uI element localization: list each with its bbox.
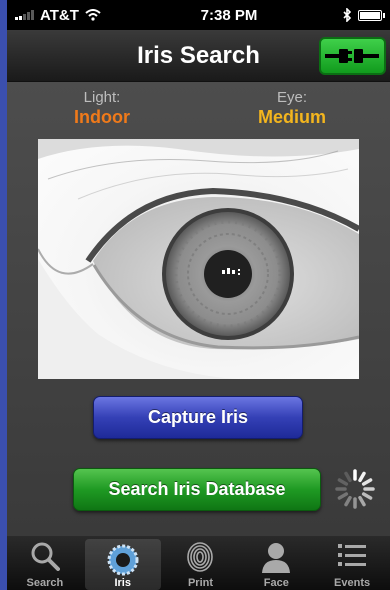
tab-bar: Search Iris Print Face Events — [7, 536, 390, 590]
connect-button[interactable] — [319, 37, 386, 75]
status-time: 7:38 PM — [200, 6, 258, 24]
light-value: Indoor — [74, 107, 130, 127]
tab-label: Face — [263, 577, 289, 589]
search-iris-database-button[interactable]: Search Iris Database — [73, 468, 321, 511]
fingerprint-icon — [187, 542, 214, 572]
iris-icon — [107, 544, 139, 576]
phone-screen: AT&T 7:38 PM Iris Search Light: Indoor E… — [7, 0, 390, 590]
tab-label: Iris — [114, 577, 131, 589]
tab-label: Search — [26, 577, 64, 589]
bluetooth-icon — [343, 8, 352, 22]
face-icon — [262, 543, 291, 573]
main-content: Light: Indoor Eye: Medium Capture Iris S… — [7, 82, 390, 536]
navigation-bar: Iris Search — [7, 30, 390, 82]
list-icon — [338, 544, 367, 566]
iris-capture-image — [38, 139, 359, 379]
tab-search[interactable]: Search — [7, 536, 83, 590]
search-icon — [31, 542, 60, 571]
tab-label: Events — [334, 577, 371, 589]
wifi-icon — [85, 9, 101, 21]
tab-iris[interactable]: Iris — [84, 539, 161, 590]
plug-connector-icon — [325, 49, 379, 63]
tab-events[interactable]: Events — [314, 536, 390, 590]
eye-value: Medium — [257, 107, 326, 127]
tab-print[interactable]: Print — [163, 536, 239, 590]
eye-label: Eye: — [276, 89, 307, 106]
light-label: Light: — [83, 89, 121, 106]
tab-label: Print — [187, 577, 214, 589]
tab-face[interactable]: Face — [238, 536, 314, 590]
loading-spinner-icon — [335, 469, 375, 509]
battery-icon — [358, 9, 385, 21]
signal-icon — [15, 10, 34, 20]
carrier-label: AT&T — [40, 6, 79, 24]
capture-iris-button[interactable]: Capture Iris — [93, 396, 303, 439]
status-bar: AT&T 7:38 PM — [7, 0, 390, 30]
